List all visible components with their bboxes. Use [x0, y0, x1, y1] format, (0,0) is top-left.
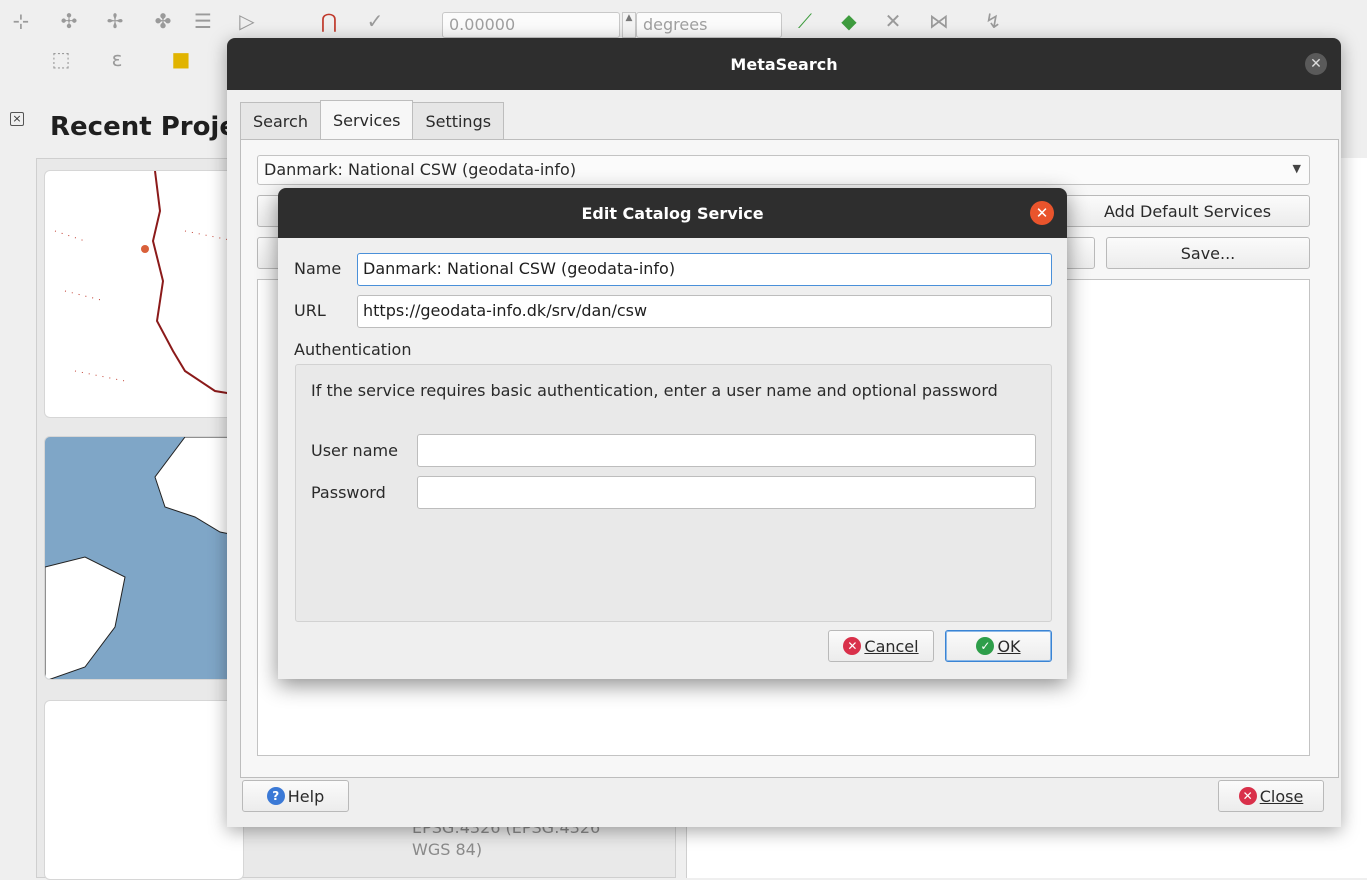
- edit-catalog-service-dialog: Edit Catalog Service ✕ Name Danmark: Nat…: [278, 188, 1067, 679]
- service-select[interactable]: Danmark: National CSW (geodata-info) ▼: [257, 155, 1310, 185]
- tab-bar: Search Services Settings: [240, 100, 505, 140]
- tab-search[interactable]: Search: [240, 102, 321, 140]
- main-toolbar: ⊹ ✣ ✢ ✤ ☰ ▷ ⋂ ✓ 0.00000 ▲ degrees ⟋ ◆ ✕ …: [0, 0, 1367, 38]
- select-features-icon[interactable]: ⬚: [48, 46, 74, 72]
- name-field[interactable]: Danmark: National CSW (geodata-info): [357, 253, 1052, 286]
- polygon-tool-icon[interactable]: ◆: [836, 8, 862, 34]
- project-thumbnail[interactable]: [44, 436, 244, 680]
- url-field[interactable]: https://geodata-info.dk/srv/dan/csw: [357, 295, 1052, 328]
- world-map-thumbnail: [45, 437, 243, 679]
- metasearch-titlebar: MetaSearch ✕: [227, 38, 1341, 90]
- delete-part-icon[interactable]: ✕: [880, 8, 906, 34]
- split-tool-icon[interactable]: ✢: [102, 8, 128, 34]
- authentication-heading: Authentication: [294, 340, 412, 359]
- tab-services[interactable]: Services: [319, 100, 414, 140]
- authentication-info: If the service requires basic authentica…: [311, 381, 998, 400]
- merge-icon[interactable]: ⋈: [926, 8, 952, 34]
- cancel-label: Cancel: [864, 636, 919, 656]
- reshape-icon[interactable]: ✤: [150, 8, 176, 34]
- close-label: Close: [1259, 786, 1304, 806]
- add-default-services-button[interactable]: Add Default Services: [1065, 195, 1310, 227]
- snap-icon[interactable]: ✓: [362, 8, 388, 34]
- deselect-icon[interactable]: ■: [168, 46, 194, 72]
- angle-spin[interactable]: ▲: [622, 12, 636, 38]
- save-button[interactable]: Save...: [1106, 237, 1310, 269]
- align-icon[interactable]: ☰: [190, 8, 216, 34]
- angle-input[interactable]: 0.00000: [442, 12, 620, 38]
- reverse-line-icon[interactable]: ↯: [980, 8, 1006, 34]
- username-field[interactable]: [417, 434, 1036, 467]
- close-button[interactable]: ✕ Close: [1218, 780, 1324, 812]
- help-button[interactable]: ? Help: [242, 780, 349, 812]
- node-tool-icon[interactable]: ✣: [56, 8, 82, 34]
- cancel-button[interactable]: ✕ Cancel: [828, 630, 934, 662]
- close-panel-icon[interactable]: ×: [10, 112, 24, 126]
- crs-line: WGS 84): [412, 840, 483, 859]
- river-map-thumbnail: [54, 171, 243, 397]
- dialog-title: MetaSearch: [730, 54, 838, 74]
- help-label: Help: [287, 786, 325, 806]
- cancel-icon: ✕: [1238, 787, 1257, 805]
- close-icon[interactable]: ✕: [1030, 201, 1054, 225]
- dialog-title: Edit Catalog Service: [581, 203, 764, 223]
- project-thumbnail[interactable]: [44, 170, 244, 418]
- password-field[interactable]: [417, 476, 1036, 509]
- digitize-icon[interactable]: ⊹: [8, 8, 34, 34]
- ok-check-icon: ✓: [976, 637, 995, 655]
- edit-service-titlebar: Edit Catalog Service ✕: [278, 188, 1067, 238]
- name-label: Name: [294, 259, 342, 278]
- project-thumbnail[interactable]: [44, 700, 244, 880]
- ok-button[interactable]: ✓ OK: [945, 630, 1052, 662]
- password-label: Password: [311, 483, 386, 502]
- ok-label: OK: [997, 636, 1021, 656]
- help-icon: ?: [266, 787, 285, 805]
- play-icon[interactable]: ▷: [234, 8, 260, 34]
- cancel-icon: ✕: [843, 637, 862, 655]
- chevron-down-icon: ▼: [1292, 162, 1301, 175]
- username-label: User name: [311, 441, 398, 460]
- select-value-icon[interactable]: ɛ: [104, 46, 130, 72]
- add-default-services-label: Add Default Services: [1103, 201, 1272, 221]
- tab-settings[interactable]: Settings: [412, 102, 505, 140]
- vertex-tool-icon[interactable]: ⟋: [792, 8, 818, 34]
- url-label: URL: [294, 301, 326, 320]
- load-button[interactable]: [1065, 237, 1095, 269]
- close-icon[interactable]: ✕: [1305, 53, 1327, 75]
- magnet-icon[interactable]: ⋂: [316, 8, 342, 34]
- service-select-value: Danmark: National CSW (geodata-info): [264, 160, 577, 179]
- angle-unit-select[interactable]: degrees: [636, 12, 782, 38]
- save-label: Save...: [1180, 243, 1236, 263]
